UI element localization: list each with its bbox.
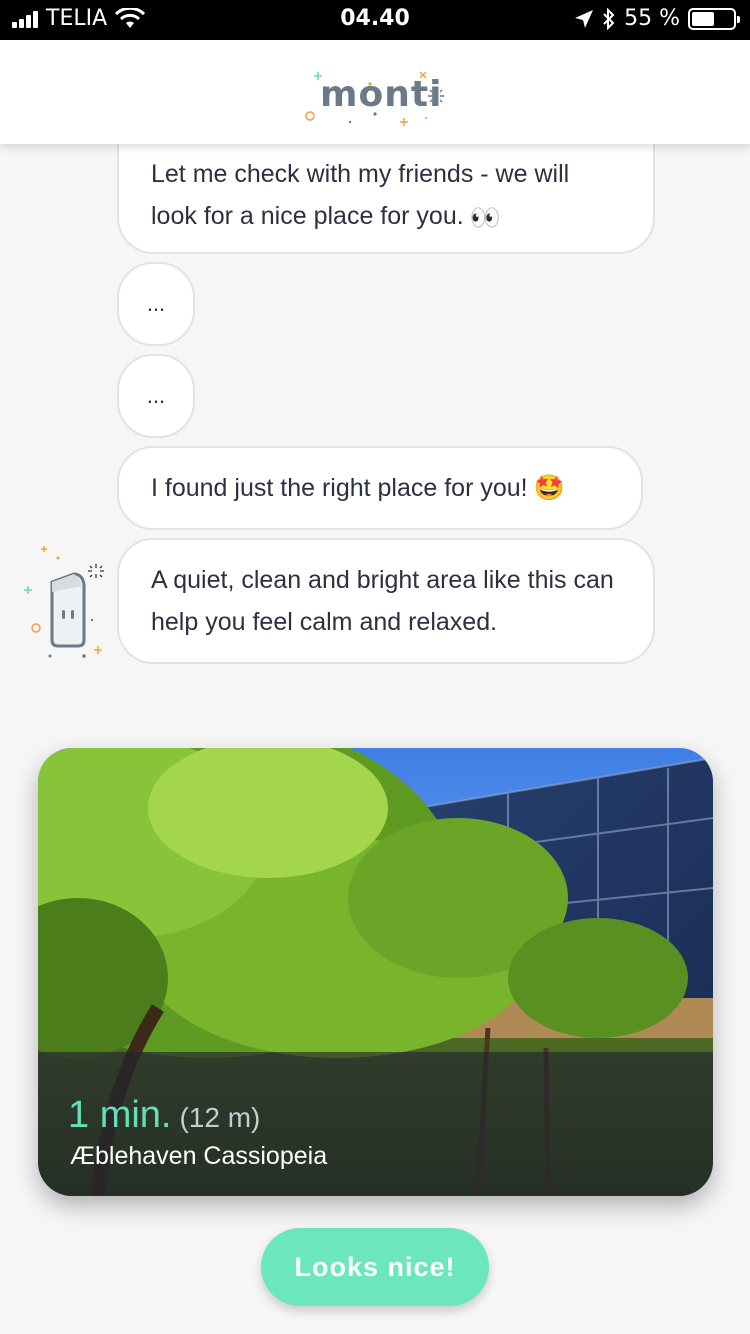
wifi-icon: [115, 7, 146, 28]
bot-avatar-icon: [24, 546, 104, 658]
typing-indicator: ...: [146, 383, 166, 408]
cellular-signal-icon: [12, 10, 38, 28]
chat-bubble: A quiet, clean and bright area like this…: [117, 538, 655, 664]
message-text: Let me check with my friends - we will l…: [151, 160, 570, 231]
status-left: TELIA: [12, 6, 146, 31]
walk-time: 1 min.: [68, 1094, 172, 1136]
app-header: monti: [0, 40, 750, 144]
star-struck-emoji-icon: 🤩: [533, 474, 565, 502]
looks-nice-button[interactable]: Looks nice!: [261, 1228, 489, 1306]
status-right: 55 %: [574, 6, 740, 31]
battery-level: [692, 11, 714, 26]
typing-bubble: ...: [117, 354, 195, 438]
status-bar: TELIA 04.40 55 %: [0, 0, 750, 40]
logo-text: monti: [320, 74, 443, 115]
typing-bubble: ...: [117, 262, 195, 346]
battery-icon: [688, 7, 740, 30]
chat-bubble: Let me check with my friends - we will l…: [117, 140, 655, 254]
place-name: Æblehaven Cassiopeia: [70, 1142, 328, 1170]
travel-time: 1 min. (12 m): [68, 1094, 260, 1137]
place-card[interactable]: 1 min. (12 m) Æblehaven Cassiopeia: [38, 748, 713, 1196]
walk-distance: (12 m): [179, 1102, 261, 1133]
place-info-overlay: 1 min. (12 m) Æblehaven Cassiopeia: [38, 1052, 713, 1196]
eyes-emoji-icon: 👀: [469, 203, 501, 232]
carrier-name: TELIA: [46, 6, 108, 31]
message-text: I found just the right place for you!: [151, 474, 528, 502]
monti-logo: monti: [300, 70, 450, 130]
typing-indicator: ...: [146, 291, 166, 316]
message-text: A quiet, clean and bright area like this…: [151, 566, 614, 636]
battery-percent: 55 %: [624, 6, 680, 31]
chat-bubble: I found just the right place for you! 🤩: [117, 446, 643, 530]
location-arrow-icon: [575, 9, 594, 28]
bluetooth-icon: [603, 7, 615, 30]
